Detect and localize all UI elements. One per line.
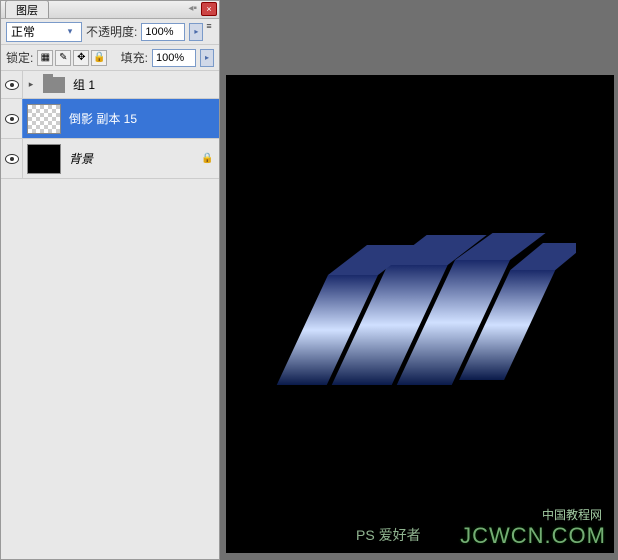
layer-row-group[interactable]: ▸ 组 1 bbox=[1, 71, 219, 99]
eye-icon bbox=[5, 80, 19, 90]
lock-icon: 🔒 bbox=[201, 153, 219, 164]
artwork-3d-text bbox=[276, 215, 576, 415]
panel-menu-button[interactable]: ≡ bbox=[201, 19, 217, 33]
chevron-down-icon: ▾ bbox=[63, 26, 77, 37]
opacity-value: 100% bbox=[145, 26, 173, 38]
expand-toggle[interactable]: ▸ bbox=[23, 79, 39, 90]
opacity-label: 不透明度: bbox=[86, 23, 137, 40]
blend-mode-value: 正常 bbox=[11, 23, 35, 40]
visibility-toggle[interactable] bbox=[1, 71, 23, 98]
visibility-toggle[interactable] bbox=[1, 99, 23, 138]
fill-input[interactable]: 100% bbox=[152, 49, 196, 67]
layer-thumbnail[interactable] bbox=[27, 144, 61, 174]
canvas[interactable]: 中国教程网 JCWCN.COM PS 爱好者 bbox=[226, 75, 614, 553]
tab-layers[interactable]: 图层 bbox=[5, 0, 49, 18]
opacity-input[interactable]: 100% bbox=[141, 23, 185, 41]
blend-row: 正常 ▾ 不透明度: 100% ▸ bbox=[1, 19, 219, 45]
layers-panel: 图层 ◂▪ × ≡ 正常 ▾ 不透明度: 100% ▸ 锁定: ▦ ✎ ✥ 🔒 … bbox=[0, 0, 220, 560]
eye-icon bbox=[5, 114, 19, 124]
fill-label: 填充: bbox=[121, 49, 148, 66]
layers-list: ▸ 组 1 倒影 副本 15 背景 🔒 bbox=[1, 71, 219, 559]
visibility-toggle[interactable] bbox=[1, 139, 23, 178]
lock-all-icon[interactable]: 🔒 bbox=[91, 50, 107, 66]
watermark-logo: PS 爱好者 bbox=[356, 525, 421, 545]
layer-name[interactable]: 组 1 bbox=[69, 76, 219, 93]
fill-value: 100% bbox=[156, 52, 184, 64]
layer-name[interactable]: 倒影 副本 15 bbox=[65, 110, 219, 127]
close-button[interactable]: × bbox=[201, 2, 217, 16]
layer-thumbnail[interactable] bbox=[27, 104, 61, 134]
layer-row-selected[interactable]: 倒影 副本 15 bbox=[1, 99, 219, 139]
layer-name[interactable]: 背景 bbox=[65, 150, 201, 167]
fill-slider-button[interactable]: ▸ bbox=[200, 49, 214, 67]
lock-transparency-icon[interactable]: ▦ bbox=[37, 50, 53, 66]
watermark-sub: 中国教程网 bbox=[542, 506, 602, 523]
folder-icon bbox=[43, 77, 65, 93]
lock-move-icon[interactable]: ✥ bbox=[73, 50, 89, 66]
lock-icons-group: ▦ ✎ ✥ 🔒 bbox=[37, 50, 107, 66]
lock-brush-icon[interactable]: ✎ bbox=[55, 50, 71, 66]
layer-row-background[interactable]: 背景 🔒 bbox=[1, 139, 219, 179]
panel-header: 图层 ◂▪ × bbox=[1, 1, 219, 19]
tab-extra-indicator: ◂▪ bbox=[188, 3, 197, 14]
watermark-main: JCWCN.COM bbox=[460, 523, 606, 549]
lock-label: 锁定: bbox=[6, 49, 33, 66]
lock-row: 锁定: ▦ ✎ ✥ 🔒 填充: 100% ▸ bbox=[1, 45, 219, 71]
eye-icon bbox=[5, 154, 19, 164]
blend-mode-dropdown[interactable]: 正常 ▾ bbox=[6, 22, 82, 42]
